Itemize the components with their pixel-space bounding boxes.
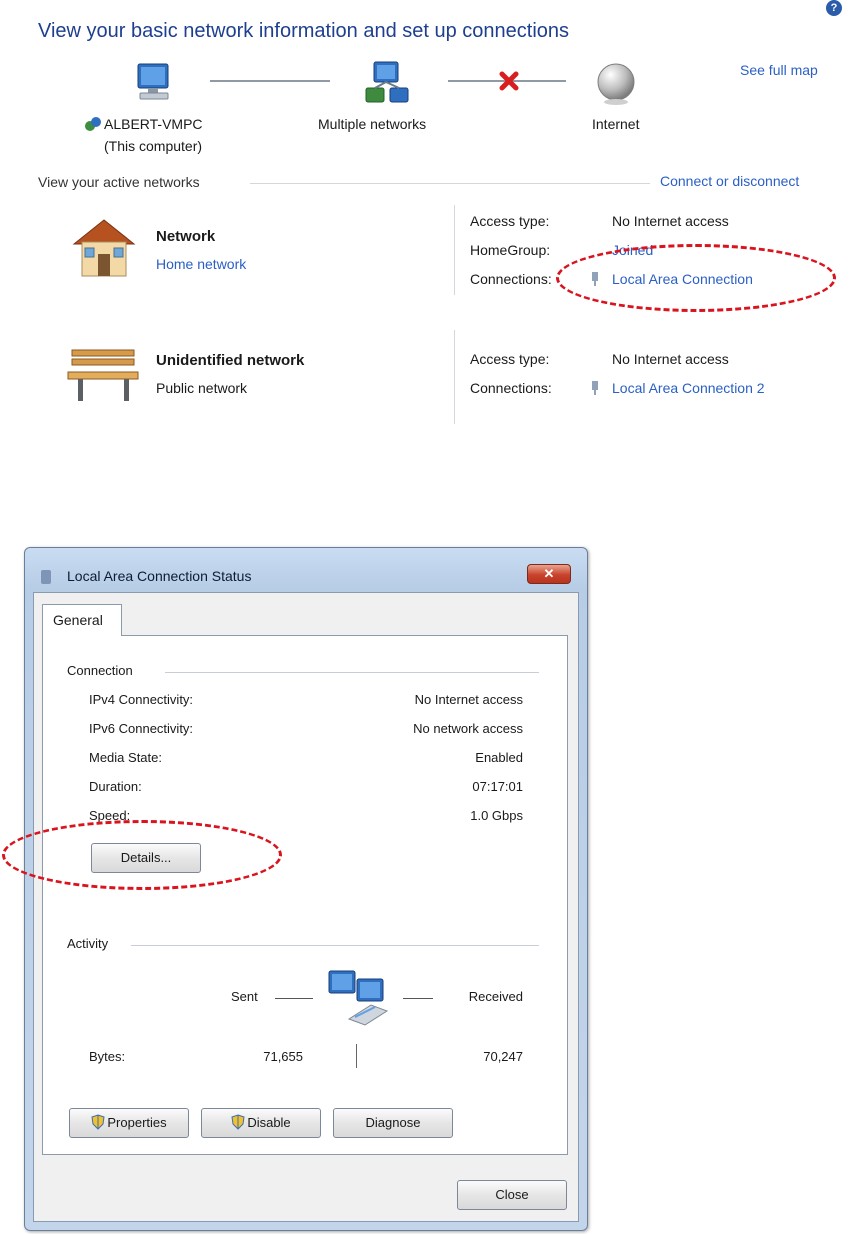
tab-general[interactable]: General <box>42 604 122 636</box>
network-name: Unidentified network <box>156 352 305 369</box>
divider <box>454 205 455 295</box>
divider <box>403 998 433 999</box>
connections-key: Connections: <box>470 271 552 287</box>
properties-label: Properties <box>107 1115 167 1130</box>
computer-icon[interactable] <box>132 62 178 106</box>
tab-panel: Connection IPv4 Connectivity: No Interne… <box>42 635 568 1155</box>
ethernet-icon <box>592 381 598 395</box>
divider <box>356 1044 357 1068</box>
ipv4-connectivity-value: No Internet access <box>414 692 523 707</box>
close-button[interactable]: Close <box>457 1180 567 1210</box>
network-type: Public network <box>156 380 248 396</box>
network-adapter-icon <box>41 570 51 584</box>
ipv4-connectivity-label: IPv4 Connectivity: <box>89 692 194 707</box>
media-state-label: Media State: <box>89 750 162 765</box>
network-name: Network <box>156 228 216 245</box>
computer-sublabel: (This computer) <box>104 138 203 154</box>
disable-label: Disable <box>247 1115 291 1130</box>
multiple-networks-icon[interactable] <box>362 60 412 106</box>
properties-button[interactable]: Properties <box>69 1108 189 1138</box>
public-network-bench-icon <box>67 349 139 401</box>
network-user-icon <box>85 117 101 131</box>
annotation-ellipse <box>2 820 282 890</box>
networks-label: Multiple networks <box>318 116 427 132</box>
divider <box>250 183 650 184</box>
activity-group-label: Activity <box>67 936 109 951</box>
divider <box>454 330 455 424</box>
network-activity-icon <box>328 970 389 1026</box>
active-networks-label: View your active networks <box>38 174 200 190</box>
internet-label: Internet <box>592 116 640 132</box>
page-heading: View your basic network information and … <box>38 20 570 42</box>
connection-group-label: Connection <box>67 663 133 678</box>
internet-globe-icon[interactable] <box>594 62 638 106</box>
access-type-value: No Internet access <box>612 351 729 367</box>
homegroup-key: HomeGroup: <box>470 242 551 258</box>
duration-value: 07:17:01 <box>472 779 523 794</box>
error-x-icon <box>499 71 519 91</box>
see-full-map-link[interactable]: See full map <box>740 62 818 78</box>
divider <box>165 672 539 673</box>
bytes-label: Bytes: <box>89 1049 126 1064</box>
disable-button[interactable]: Disable <box>201 1108 321 1138</box>
media-state-value: Enabled <box>475 750 523 765</box>
sent-label: Sent <box>231 989 258 1004</box>
help-icon[interactable]: ? <box>826 0 842 16</box>
computer-label: ALBERT-VMPC <box>104 116 203 132</box>
divider <box>275 998 313 999</box>
access-type-key: Access type: <box>470 351 550 367</box>
uac-shield-icon <box>231 1114 245 1130</box>
uac-shield-icon <box>91 1114 105 1130</box>
bytes-received-value: 70,247 <box>483 1049 523 1064</box>
received-label: Received <box>468 989 523 1004</box>
local-area-connection-2-link[interactable]: Local Area Connection 2 <box>612 380 765 396</box>
dialog-title: Local Area Connection Status <box>67 568 252 584</box>
diagnose-button[interactable]: Diagnose <box>333 1108 453 1138</box>
annotation-ellipse <box>556 244 836 312</box>
close-icon[interactable]: ✕ <box>527 564 571 584</box>
access-type-key: Access type: <box>470 213 550 229</box>
home-network-icon <box>72 219 136 277</box>
bytes-sent-value: 71,655 <box>263 1049 303 1064</box>
speed-value: 1.0 Gbps <box>470 808 523 823</box>
ipv6-connectivity-value: No network access <box>413 721 523 736</box>
network-type-link[interactable]: Home network <box>156 256 246 272</box>
ipv6-connectivity-label: IPv6 Connectivity: <box>89 721 194 736</box>
connect-or-disconnect-link[interactable]: Connect or disconnect <box>660 173 799 189</box>
connections-key: Connections: <box>470 380 552 396</box>
map-connector-line <box>210 80 330 82</box>
access-type-value: No Internet access <box>612 213 729 229</box>
duration-label: Duration: <box>89 779 142 794</box>
divider <box>131 945 539 946</box>
